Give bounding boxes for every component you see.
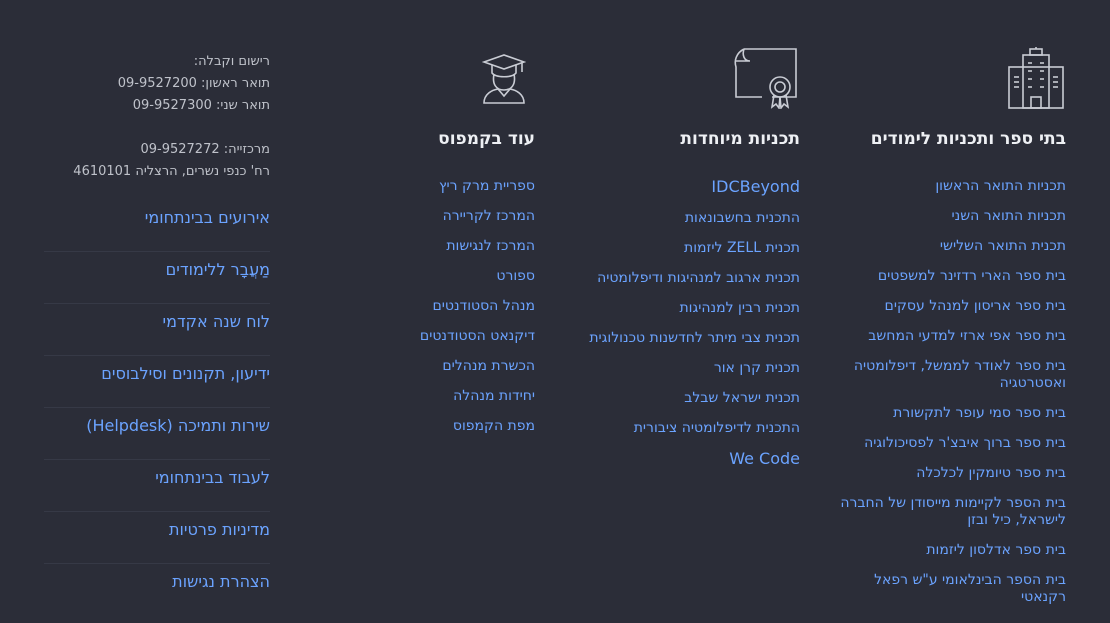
school-link[interactable]: בית ספר ברוך איבצ'ר לפסיכולוגיה (864, 435, 1066, 451)
school-link[interactable]: בית ספר טיומקין לכלכלה (916, 465, 1066, 481)
registration-label: רישום וקבלה: (193, 54, 270, 69)
school-item: בית הספר לקיימות מייסודן של החברה לישראל… (836, 495, 1066, 529)
quick-link[interactable]: לעבוד בבינתחומי (44, 460, 270, 512)
campus-link[interactable]: ספורט (496, 268, 535, 284)
quick-link[interactable]: ידיעון, תקנונים וסילבוסים (44, 356, 270, 408)
campus-link[interactable]: יחידות מנהלה (453, 388, 535, 404)
school-link[interactable]: תכניות התואר השני (952, 208, 1066, 224)
school-item: בית ספר אדלסון ליזמות (836, 542, 1066, 559)
special-program-link[interactable]: התכנית לדיפלומטיה ציבורית (634, 420, 800, 436)
school-link[interactable]: תכניות התואר הראשון (935, 178, 1066, 194)
ba-phone: תואר ראשון: 09-9527200 (117, 76, 270, 91)
address: רח' כנפי נשרים, הרצליה 4610101 (73, 164, 270, 179)
special-program-link[interactable]: התכנית בחשבונאות (685, 210, 800, 226)
quick-link[interactable]: מדיניות פרטיות (44, 512, 270, 564)
special-programs-column: תכניות מיוחדות IDCBeyond התכנית בחשבונאות… (560, 0, 800, 482)
special-program-link[interactable]: תכנית ארגוב למנהיגות ודיפלומטיה (597, 270, 800, 286)
campus-column: עוד בקמפוס ספריית מרק ריץ המרכז לקריירה המ… (375, 0, 535, 448)
school-link[interactable]: בית הספר הבינלאומי ע"ש רפאל רקנאטי (874, 572, 1066, 605)
schools-heading: בתי ספר ותכניות לימודים (870, 129, 1066, 149)
quick-link[interactable]: לוח שנה אקדמי (44, 304, 270, 356)
campus-item: מנהל הסטודנטים (375, 298, 535, 315)
quick-link[interactable]: מַעֲבָר ללימודים (44, 252, 270, 304)
special-program-item: We Code (560, 450, 800, 469)
special-program-link[interactable]: תכנית ZELL ליזמות (684, 240, 800, 256)
special-program-link[interactable]: תכנית קרן אור (714, 360, 800, 376)
campus-item: מפת הקמפוס (375, 418, 535, 435)
special-program-link[interactable]: תכנית צבי מיתר לחדשנות טכנולוגית (589, 330, 800, 346)
special-program-link[interactable]: תכנית רבין למנהיגות (679, 300, 800, 316)
special-program-item: תכנית ZELL ליזמות (560, 240, 800, 257)
school-link[interactable]: בית הספר לקיימות מייסודן של החברה לישראל… (840, 495, 1066, 528)
school-item: בית ספר סמי עופר לתקשורת (836, 405, 1066, 422)
school-link[interactable]: בית ספר סמי עופר לתקשורת (893, 405, 1066, 421)
campus-item: ספריית מרק ריץ (375, 178, 535, 195)
quick-link[interactable]: הצהרת נגישות (44, 564, 270, 616)
contact-column: רישום וקבלה: תואר ראשון: 09-9527200 תואר… (44, 0, 270, 616)
special-programs-heading: תכניות מיוחדות (680, 129, 800, 149)
special-program-item: תכנית ישראל שבלב (560, 390, 800, 407)
special-program-item: תכנית קרן אור (560, 360, 800, 377)
campus-link[interactable]: המרכז לקריירה (443, 208, 535, 224)
school-link[interactable]: בית ספר אדלסון ליזמות (926, 542, 1066, 558)
contact-info: רישום וקבלה: תואר ראשון: 09-9527200 תואר… (44, 0, 270, 183)
special-program-item: התכנית בחשבונאות (560, 210, 800, 227)
campus-item: הכשרת מנהלים (375, 358, 535, 375)
switchboard-phone: מרכזייה: 09-9527272 (140, 142, 270, 157)
special-program-item: תכנית ארגוב למנהיגות ודיפלומטיה (560, 270, 800, 287)
school-item: בית ספר הארי רדזינר למשפטים (836, 268, 1066, 285)
campus-item: דיקנאט הסטודנטים (375, 328, 535, 345)
school-link[interactable]: בית ספר הארי רדזינר למשפטים (878, 268, 1066, 284)
campus-list: ספריית מרק ריץ המרכז לקריירה המרכז לנגישות… (375, 178, 535, 435)
special-program-link[interactable]: We Code (729, 449, 800, 468)
school-link[interactable]: בית ספר אריסון למנהל עסקים (885, 298, 1066, 314)
quick-link[interactable]: שירות ותמיכה (Helpdesk) (44, 408, 270, 460)
ma-phone: תואר שני: 09-9527300 (132, 98, 270, 113)
campus-link[interactable]: ספריית מרק ריץ (439, 178, 535, 194)
special-program-item: תכנית רבין למנהיגות (560, 300, 800, 317)
campus-link[interactable]: מנהל הסטודנטים (432, 298, 535, 314)
school-item: תכנית התואר השלישי (836, 238, 1066, 255)
campus-link[interactable]: דיקנאט הסטודנטים (420, 328, 535, 344)
campus-link[interactable]: הכשרת מנהלים (442, 358, 535, 374)
special-program-item: תכנית צבי מיתר לחדשנות טכנולוגית (560, 330, 800, 347)
special-programs-list: IDCBeyond התכנית בחשבונאות תכנית ZELL ליזמ… (560, 178, 800, 469)
special-program-item: IDCBeyond (560, 178, 800, 197)
school-link[interactable]: תכנית התואר השלישי (940, 238, 1066, 254)
school-link[interactable]: בית ספר אפי ארזי למדעי המחשב (868, 328, 1066, 344)
school-item: בית ספר אפי ארזי למדעי המחשב (836, 328, 1066, 345)
school-item: בית ספר אריסון למנהל עסקים (836, 298, 1066, 315)
school-item: בית ספר ברוך איבצ'ר לפסיכולוגיה (836, 435, 1066, 452)
special-program-item: התכנית לדיפלומטיה ציבורית (560, 420, 800, 437)
school-item: תכניות התואר השני (836, 208, 1066, 225)
campus-link[interactable]: המרכז לנגישות (446, 238, 535, 254)
quick-links: אירועים בבינתחומי מַעֲבָר ללימודים לוח שנה… (44, 200, 270, 616)
special-program-link[interactable]: IDCBeyond (711, 177, 800, 196)
special-program-link[interactable]: תכנית ישראל שבלב (684, 390, 800, 406)
school-item: בית הספר הבינלאומי ע"ש רפאל רקנאטי (836, 572, 1066, 606)
school-link[interactable]: בית ספר לאודר לממשל, דיפלומטיה ואסטרטגיה (854, 358, 1066, 391)
campus-item: המרכז לנגישות (375, 238, 535, 255)
campus-heading: עוד בקמפוס (438, 129, 535, 149)
quick-link[interactable]: אירועים בבינתחומי (44, 200, 270, 252)
school-item: תכניות התואר הראשון (836, 178, 1066, 195)
campus-item: יחידות מנהלה (375, 388, 535, 405)
campus-item: המרכז לקריירה (375, 208, 535, 225)
school-item: בית ספר לאודר לממשל, דיפלומטיה ואסטרטגיה (836, 358, 1066, 392)
schools-column: בתי ספר ותכניות לימודים תכניות התואר הרא… (836, 0, 1066, 619)
campus-link[interactable]: מפת הקמפוס (453, 418, 535, 434)
campus-item: ספורט (375, 268, 535, 285)
schools-list: תכניות התואר הראשון תכניות התואר השני תכני… (836, 178, 1066, 606)
school-item: בית ספר טיומקין לכלכלה (836, 465, 1066, 482)
